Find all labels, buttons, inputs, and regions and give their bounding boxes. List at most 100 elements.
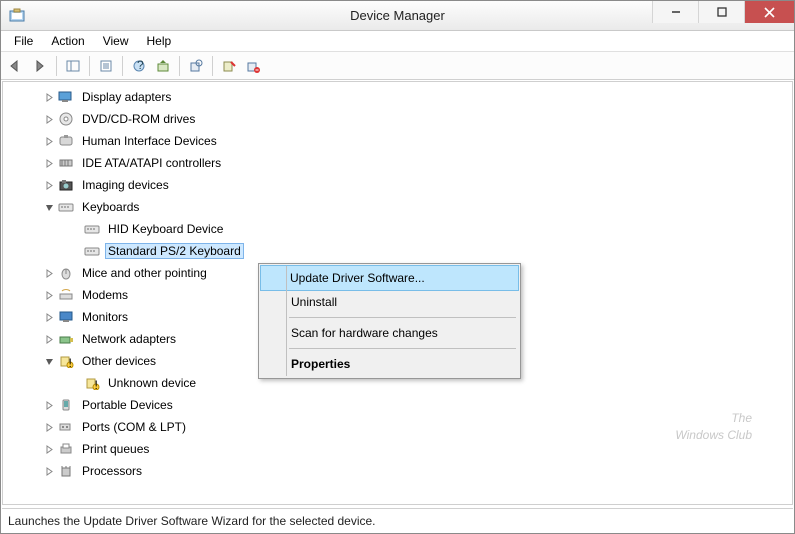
tree-node-imaging[interactable]: Imaging devices	[3, 174, 792, 196]
window-buttons	[652, 1, 794, 30]
scan-hardware-icon[interactable]	[185, 55, 207, 77]
tree-node-portable-devices[interactable]: Portable Devices	[3, 394, 792, 416]
node-label: Other devices	[79, 353, 159, 369]
maximize-button[interactable]	[698, 1, 744, 23]
portable-device-icon	[57, 397, 75, 413]
context-separator	[289, 317, 516, 318]
imaging-icon	[57, 177, 75, 193]
toolbar-separator	[179, 56, 180, 76]
expander-collapsed-icon[interactable]	[43, 311, 55, 323]
other-devices-icon: !	[57, 353, 75, 369]
node-label: Modems	[79, 287, 131, 303]
monitor-icon	[57, 309, 75, 325]
update-driver-icon[interactable]	[152, 55, 174, 77]
tree-node-dvd[interactable]: DVD/CD-ROM drives	[3, 108, 792, 130]
tree-node-hid[interactable]: Human Interface Devices	[3, 130, 792, 152]
tree-node-keyboards[interactable]: Keyboards	[3, 196, 792, 218]
toolbar: ?	[1, 52, 794, 80]
help-icon[interactable]: ?	[128, 55, 150, 77]
tree-node-display-adapters[interactable]: Display adapters	[3, 86, 792, 108]
menu-bar: File Action View Help	[1, 31, 794, 52]
properties-icon[interactable]	[95, 55, 117, 77]
expander-expanded-icon[interactable]	[43, 355, 55, 367]
forward-button[interactable]	[29, 55, 51, 77]
menu-help[interactable]: Help	[138, 32, 181, 50]
expander-collapsed-icon[interactable]	[43, 157, 55, 169]
node-label: Human Interface Devices	[79, 133, 220, 149]
network-adapter-icon	[57, 331, 75, 347]
expander-collapsed-icon[interactable]	[43, 289, 55, 301]
node-label: Processors	[79, 463, 145, 479]
context-item-label: Update Driver Software...	[290, 271, 425, 285]
close-button[interactable]	[744, 1, 794, 23]
menu-action[interactable]: Action	[42, 32, 93, 50]
context-separator	[289, 348, 516, 349]
expander-collapsed-icon[interactable]	[43, 267, 55, 279]
expander-collapsed-icon[interactable]	[43, 465, 55, 477]
toolbar-separator	[212, 56, 213, 76]
expander-collapsed-icon[interactable]	[43, 135, 55, 147]
expander-collapsed-icon[interactable]	[43, 113, 55, 125]
context-item-label: Uninstall	[291, 295, 337, 309]
toolbar-separator	[122, 56, 123, 76]
mouse-icon	[57, 265, 75, 281]
uninstall-icon[interactable]	[218, 55, 240, 77]
tree-node-ports[interactable]: Ports (COM & LPT)	[3, 416, 792, 438]
node-label: Portable Devices	[79, 397, 176, 413]
context-menu-gutter	[286, 266, 287, 376]
node-label: HID Keyboard Device	[105, 221, 226, 237]
expander-none	[69, 223, 81, 235]
expander-collapsed-icon[interactable]	[43, 91, 55, 103]
processor-icon	[57, 463, 75, 479]
node-label: IDE ATA/ATAPI controllers	[79, 155, 224, 171]
expander-none	[69, 245, 81, 257]
context-scan-hardware[interactable]: Scan for hardware changes	[261, 321, 518, 345]
ide-controller-icon	[57, 155, 75, 171]
show-hide-console-tree-icon[interactable]	[62, 55, 84, 77]
tree-node-print-queues[interactable]: Print queues	[3, 438, 792, 460]
expander-collapsed-icon[interactable]	[43, 179, 55, 191]
node-label: Unknown device	[105, 375, 199, 391]
content-pane: Display adapters DVD/CD-ROM drives Human…	[2, 81, 793, 505]
display-adapter-icon	[57, 89, 75, 105]
context-properties[interactable]: Properties	[261, 352, 518, 376]
hid-icon	[57, 133, 75, 149]
node-label: DVD/CD-ROM drives	[79, 111, 198, 127]
expander-collapsed-icon[interactable]	[43, 333, 55, 345]
tree-node-hid-keyboard[interactable]: HID Keyboard Device	[3, 218, 792, 240]
status-bar: Launches the Update Driver Software Wiza…	[2, 508, 793, 533]
disable-icon[interactable]	[242, 55, 264, 77]
toolbar-separator	[56, 56, 57, 76]
tree-node-processors[interactable]: Processors	[3, 460, 792, 482]
expander-collapsed-icon[interactable]	[43, 399, 55, 411]
svg-text:?: ?	[137, 59, 144, 72]
status-text: Launches the Update Driver Software Wiza…	[8, 514, 376, 528]
expander-collapsed-icon[interactable]	[43, 421, 55, 433]
expander-collapsed-icon[interactable]	[43, 443, 55, 455]
context-uninstall[interactable]: Uninstall	[261, 290, 518, 314]
back-button[interactable]	[5, 55, 27, 77]
minimize-button[interactable]	[652, 1, 698, 23]
node-label: Network adapters	[79, 331, 179, 347]
svg-text:!: !	[69, 356, 72, 368]
context-update-driver[interactable]: Update Driver Software...	[260, 265, 519, 291]
context-item-label: Scan for hardware changes	[291, 326, 438, 340]
keyboard-icon	[83, 221, 101, 237]
app-icon	[9, 8, 25, 24]
node-label: Mice and other pointing	[79, 265, 210, 281]
window-title: Device Manager	[350, 8, 445, 23]
node-label: Imaging devices	[79, 177, 172, 193]
dvd-drive-icon	[57, 111, 75, 127]
context-menu: Update Driver Software... Uninstall Scan…	[258, 263, 521, 379]
tree-node-ps2-keyboard[interactable]: Standard PS/2 Keyboard	[3, 240, 792, 262]
expander-expanded-icon[interactable]	[43, 201, 55, 213]
node-label: Print queues	[79, 441, 152, 457]
menu-file[interactable]: File	[5, 32, 42, 50]
printer-icon	[57, 441, 75, 457]
menu-view[interactable]: View	[94, 32, 138, 50]
node-label: Monitors	[79, 309, 131, 325]
node-label: Ports (COM & LPT)	[79, 419, 189, 435]
tree-node-ide[interactable]: IDE ATA/ATAPI controllers	[3, 152, 792, 174]
expander-none	[69, 377, 81, 389]
node-label: Keyboards	[79, 199, 142, 215]
